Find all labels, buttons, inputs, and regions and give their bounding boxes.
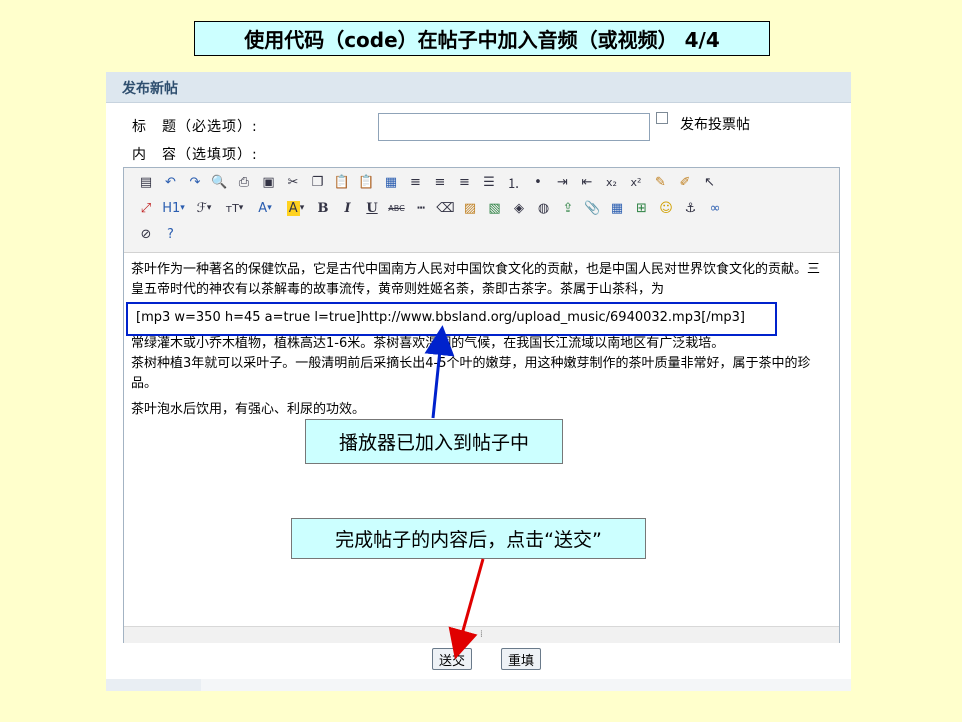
player-arrow (424, 325, 455, 419)
annotation-arrows (424, 325, 485, 660)
submit-arrow (448, 558, 485, 660)
